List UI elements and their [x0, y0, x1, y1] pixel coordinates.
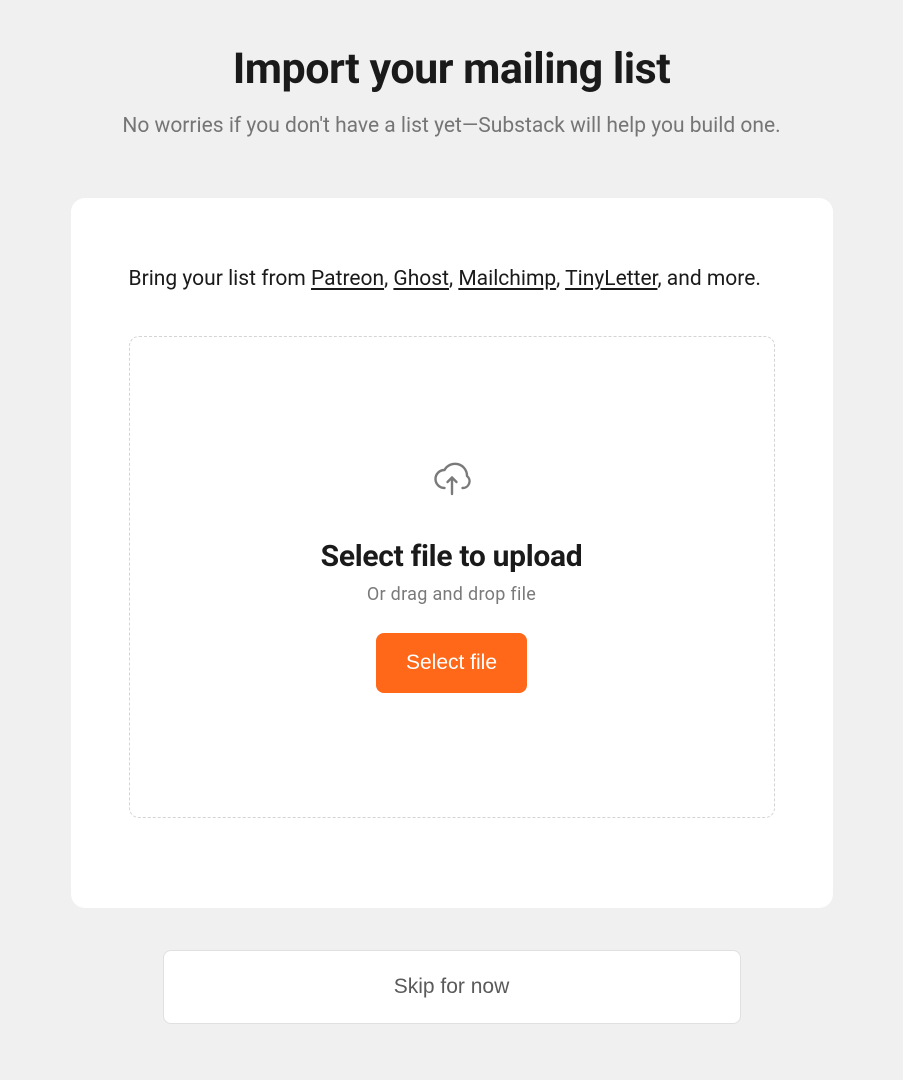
upload-subtitle: Or drag and drop file — [367, 584, 536, 605]
source-link-patreon[interactable]: Patreon — [311, 267, 384, 291]
source-link-tinyletter[interactable]: TinyLetter — [565, 267, 657, 291]
source-list-text: Bring your list from Patreon, Ghost, Mai… — [129, 262, 775, 298]
page-title: Import your mailing list — [233, 44, 671, 94]
source-link-mailchimp[interactable]: Mailchimp — [458, 267, 556, 291]
source-prefix: Bring your list from — [129, 267, 312, 291]
separator: , — [449, 267, 458, 291]
page-subtitle: No worries if you don't have a list yet—… — [122, 114, 780, 138]
cloud-upload-icon — [433, 461, 471, 501]
import-card: Bring your list from Patreon, Ghost, Mai… — [71, 198, 833, 908]
upload-title: Select file to upload — [321, 539, 583, 574]
file-dropzone[interactable]: Select file to upload Or drag and drop f… — [129, 336, 775, 818]
separator: , — [556, 267, 565, 291]
source-suffix: , and more. — [657, 267, 760, 291]
source-link-ghost[interactable]: Ghost — [393, 267, 449, 291]
skip-button[interactable]: Skip for now — [163, 950, 741, 1024]
select-file-button[interactable]: Select file — [376, 633, 527, 693]
